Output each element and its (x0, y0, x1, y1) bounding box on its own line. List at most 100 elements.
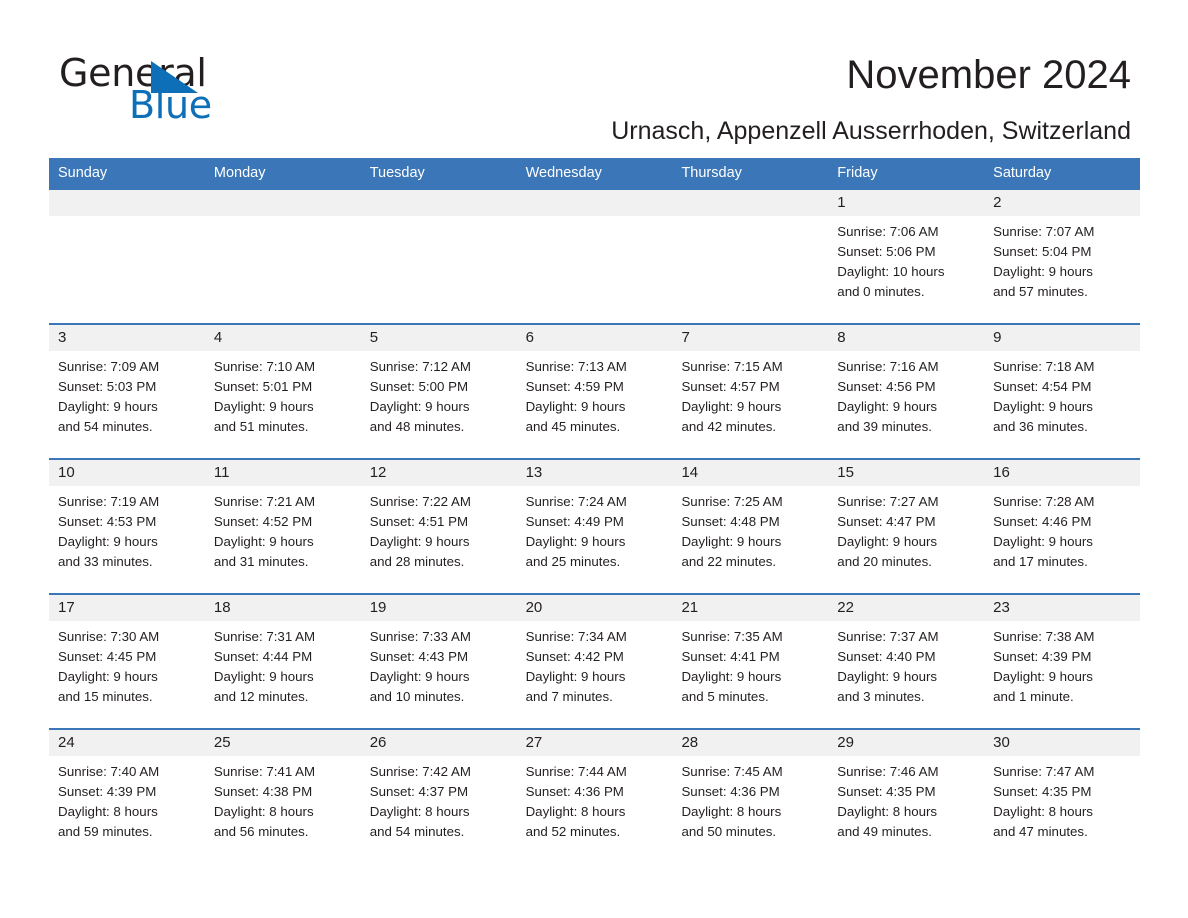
day-cell[interactable] (204, 190, 361, 323)
daylight-text-line2: and 5 minutes. (681, 689, 769, 704)
day-cell[interactable]: 29 Sunrise: 7:46 AM Sunset: 4:35 PM Dayligh… (828, 730, 985, 845)
day-number: 4 (213, 329, 223, 346)
sunrise-text: Sunrise: 7:21 AM (213, 494, 316, 509)
day-cell[interactable]: 23 Sunrise: 7:38 AM Sunset: 4:39 PM Dayligh… (984, 595, 1141, 728)
daylight-text-line2: and 25 minutes. (525, 554, 621, 569)
day-cell[interactable]: 6 Sunrise: 7:13 AM Sunset: 4:59 PM Daylight… (516, 325, 673, 458)
daylight-text-line1: Daylight: 8 hours (369, 804, 470, 819)
calendar-grid: Sunday Monday Tuesday Wednesday Thursday… (49, 158, 1141, 845)
day-cell[interactable]: 13 Sunrise: 7:24 AM Sunset: 4:49 PM Dayligh… (516, 460, 673, 593)
sunset-text: Sunset: 4:40 PM (837, 649, 936, 664)
sunrise-text: Sunrise: 7:41 AM (213, 764, 316, 779)
sunset-text: Sunset: 4:56 PM (837, 379, 936, 394)
day-cell[interactable]: 1 Sunrise: 7:06 AM Sunset: 5:06 PM Daylight… (828, 190, 985, 323)
daylight-text-line1: Daylight: 9 hours (213, 669, 314, 684)
day-cell[interactable]: 18 Sunrise: 7:31 AM Sunset: 4:44 PM Dayligh… (204, 595, 361, 728)
daylight-text-line2: and 52 minutes. (525, 824, 621, 839)
day-cell[interactable]: 2 Sunrise: 7:07 AM Sunset: 5:04 PM Daylight… (984, 190, 1141, 323)
sunrise-text: Sunrise: 7:45 AM (681, 764, 783, 779)
sunrise-text: Sunrise: 7:24 AM (525, 494, 627, 509)
day-cell[interactable]: 8 Sunrise: 7:16 AM Sunset: 4:56 PM Daylight… (828, 325, 985, 458)
weekday-header-sunday: Sunday (58, 165, 108, 181)
day-cell[interactable]: 22 Sunrise: 7:37 AM Sunset: 4:40 PM Dayligh… (828, 595, 985, 728)
sunrise-text: Sunrise: 7:19 AM (58, 494, 160, 509)
weekday-header-wednesday: Wednesday (525, 165, 602, 181)
day-cell[interactable]: 26 Sunrise: 7:42 AM Sunset: 4:37 PM Dayligh… (360, 730, 517, 845)
day-number: 13 (525, 464, 543, 481)
day-cell[interactable]: 19 Sunrise: 7:33 AM Sunset: 4:43 PM Dayligh… (360, 595, 517, 728)
daylight-text-line1: Daylight: 9 hours (525, 399, 626, 414)
daylight-text-line2: and 12 minutes. (213, 689, 309, 704)
day-cell[interactable]: 7 Sunrise: 7:15 AM Sunset: 4:57 PM Daylight… (672, 325, 829, 458)
daylight-text-line2: and 20 minutes. (837, 554, 932, 569)
day-cell[interactable] (672, 190, 829, 323)
sunrise-text: Sunrise: 7:35 AM (681, 629, 783, 644)
brand-logo[interactable]: General Blue (59, 53, 319, 129)
calendar-week-row: 10 Sunrise: 7:19 AM Sunset: 4:53 PM Dayligh… (49, 458, 1141, 593)
daylight-text-line2: and 45 minutes. (525, 419, 621, 434)
day-cell[interactable]: 5 Sunrise: 7:12 AM Sunset: 5:00 PM Daylight… (360, 325, 517, 458)
sunrise-text: Sunrise: 7:25 AM (681, 494, 783, 509)
sunset-text: Sunset: 5:06 PM (837, 244, 936, 259)
sunset-text: Sunset: 4:57 PM (681, 379, 780, 394)
sunrise-text: Sunrise: 7:09 AM (58, 359, 160, 374)
day-cell[interactable]: 20 Sunrise: 7:34 AM Sunset: 4:42 PM Dayligh… (516, 595, 673, 728)
day-number: 14 (681, 464, 699, 481)
daylight-text-line2: and 54 minutes. (369, 824, 465, 839)
daylight-text-line1: Daylight: 9 hours (525, 669, 626, 684)
day-cell[interactable]: 24 Sunrise: 7:40 AM Sunset: 4:39 PM Dayligh… (49, 730, 205, 845)
day-cell[interactable]: 11 Sunrise: 7:21 AM Sunset: 4:52 PM Dayligh… (204, 460, 361, 593)
daylight-text-line2: and 28 minutes. (369, 554, 465, 569)
day-cell[interactable]: 14 Sunrise: 7:25 AM Sunset: 4:48 PM Dayligh… (672, 460, 829, 593)
day-cell[interactable]: 25 Sunrise: 7:41 AM Sunset: 4:38 PM Dayligh… (204, 730, 361, 845)
day-cell[interactable]: 3 Sunrise: 7:09 AM Sunset: 5:03 PM Daylight… (49, 325, 205, 458)
day-cell[interactable]: 30 Sunrise: 7:47 AM Sunset: 4:35 PM Dayligh… (984, 730, 1141, 845)
weekday-header-tuesday: Tuesday (369, 165, 425, 181)
sunset-text: Sunset: 4:39 PM (58, 784, 157, 799)
day-number: 5 (369, 329, 379, 346)
sunset-text: Sunset: 4:37 PM (369, 784, 469, 799)
day-number: 2 (993, 194, 1002, 211)
day-cell[interactable]: 16 Sunrise: 7:28 AM Sunset: 4:46 PM Dayligh… (984, 460, 1141, 593)
daylight-text-line1: Daylight: 9 hours (993, 264, 1093, 279)
day-cell[interactable]: 27 Sunrise: 7:44 AM Sunset: 4:36 PM Dayligh… (516, 730, 673, 845)
calendar-week-row: 3 Sunrise: 7:09 AM Sunset: 5:03 PM Daylight… (49, 323, 1141, 458)
sunset-text: Sunset: 4:52 PM (213, 514, 313, 529)
day-cell[interactable]: 17 Sunrise: 7:30 AM Sunset: 4:45 PM Dayligh… (49, 595, 205, 728)
daylight-text-line1: Daylight: 9 hours (993, 534, 1093, 549)
daylight-text-line1: Daylight: 10 hours (837, 264, 945, 279)
day-cell[interactable] (360, 190, 517, 323)
sunrise-text: Sunrise: 7:33 AM (369, 629, 471, 644)
sunrise-text: Sunrise: 7:27 AM (837, 494, 939, 509)
day-cell[interactable]: 4 Sunrise: 7:10 AM Sunset: 5:01 PM Daylight… (204, 325, 361, 458)
day-number: 26 (369, 734, 387, 751)
triangle-flag-icon (151, 61, 198, 93)
daylight-text-line2: and 1 minute. (993, 689, 1074, 704)
daylight-text-line1: Daylight: 9 hours (213, 399, 314, 414)
day-cell[interactable]: 10 Sunrise: 7:19 AM Sunset: 4:53 PM Dayligh… (49, 460, 205, 593)
day-number: 12 (369, 464, 387, 481)
day-cell[interactable] (49, 190, 205, 323)
weekday-header-saturday: Saturday (993, 165, 1052, 181)
daylight-text-line2: and 57 minutes. (993, 284, 1088, 299)
day-cell[interactable]: 21 Sunrise: 7:35 AM Sunset: 4:41 PM Dayligh… (672, 595, 829, 728)
daylight-text-line1: Daylight: 9 hours (993, 669, 1093, 684)
day-number: 19 (369, 599, 387, 616)
day-cell[interactable]: 9 Sunrise: 7:18 AM Sunset: 4:54 PM Daylight… (984, 325, 1141, 458)
weekday-header-monday: Monday (213, 165, 266, 181)
sunset-text: Sunset: 4:53 PM (58, 514, 157, 529)
sunrise-text: Sunrise: 7:30 AM (58, 629, 160, 644)
day-cell[interactable]: 15 Sunrise: 7:27 AM Sunset: 4:47 PM Dayligh… (828, 460, 985, 593)
day-cell[interactable]: 12 Sunrise: 7:22 AM Sunset: 4:51 PM Dayligh… (360, 460, 517, 593)
day-number: 11 (213, 464, 230, 481)
sunset-text: Sunset: 4:51 PM (369, 514, 469, 529)
daylight-text-line2: and 15 minutes. (58, 689, 153, 704)
sunset-text: Sunset: 4:36 PM (681, 784, 780, 799)
daylight-text-line2: and 3 minutes. (837, 689, 925, 704)
sunset-text: Sunset: 5:00 PM (369, 379, 469, 394)
day-cell[interactable]: 28 Sunrise: 7:45 AM Sunset: 4:36 PM Dayligh… (672, 730, 829, 845)
sunset-text: Sunset: 4:35 PM (993, 784, 1092, 799)
sunset-text: Sunset: 5:04 PM (993, 244, 1092, 259)
day-cell[interactable] (516, 190, 673, 323)
day-number: 23 (993, 599, 1010, 616)
